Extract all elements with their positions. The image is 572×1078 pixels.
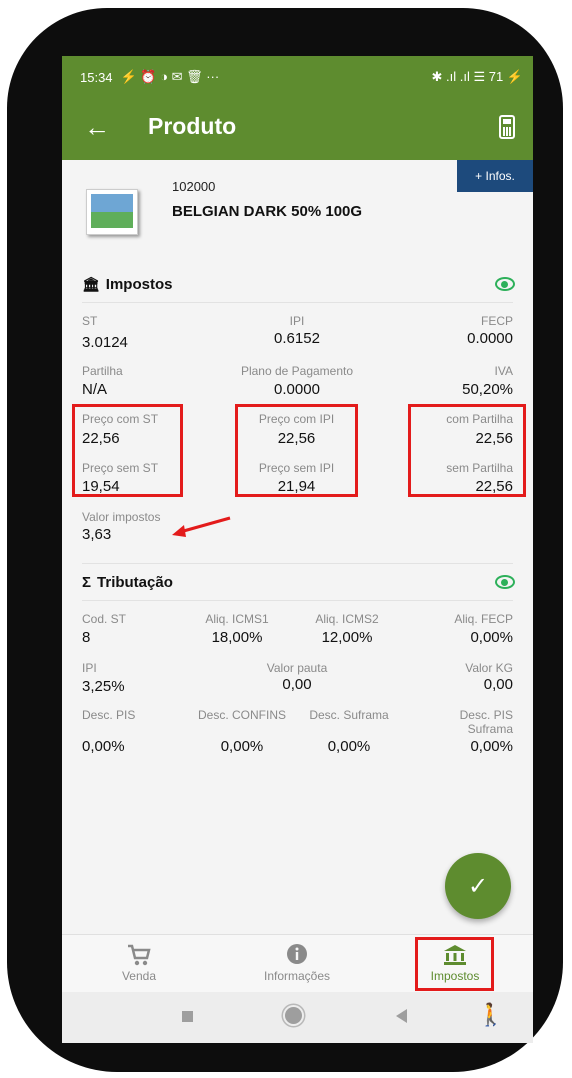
aliq-icms1-label: Aliq. ICMS1 <box>205 612 269 626</box>
fecp-label: FECP <box>480 314 513 328</box>
ipi-label: IPI <box>289 314 305 328</box>
nav-venda[interactable]: Venda <box>84 935 194 993</box>
cod-st-value: 8 <box>82 629 91 646</box>
desc-suframa-value: 0,00% <box>327 738 371 755</box>
tributacao-header: Σ Tributação <box>82 574 173 591</box>
partilha-value: N/A <box>82 381 108 398</box>
desc-pis-suframa-value: 0,00% <box>470 738 513 755</box>
fecp-value: 0.0000 <box>467 330 513 347</box>
desc-confins-label: Desc. CONFINS <box>197 708 286 722</box>
more-infos-button[interactable]: + Infos. <box>457 160 533 192</box>
bottom-navigation: Venda Informações Impostos <box>62 934 533 993</box>
preco-com-ipi-label: Preço com IPI <box>258 412 335 426</box>
notification-icons: ⚡ ⏰ ◑ ✉ 🗑 ··· <box>120 69 220 84</box>
eye-icon[interactable] <box>495 277 515 291</box>
desc-confins-value: 0,00% <box>220 738 264 755</box>
sem-partilha-label: sem Partilha <box>446 461 513 475</box>
valor-kg-value: 0,00 <box>483 676 513 693</box>
nav-informacoes-label: Informações <box>263 969 331 983</box>
back-arrow-icon[interactable]: ← <box>84 112 110 143</box>
eye-icon[interactable] <box>495 575 515 589</box>
cart-icon <box>128 944 151 966</box>
system-status-icons: ✱ .ıl .ıl ☰ 71 ⚡ <box>431 69 523 84</box>
status-time: 15:34 <box>80 69 113 85</box>
valor-impostos-label: Valor impostos <box>82 510 161 524</box>
valor-impostos-value: 3,63 <box>82 526 112 543</box>
aliq-icms2-label: Aliq. ICMS2 <box>315 612 379 626</box>
trib-ipi-label: IPI <box>82 661 97 675</box>
tributacao-title: Tributação <box>97 574 173 591</box>
partilha-label: Partilha <box>82 364 123 378</box>
calculator-icon[interactable] <box>499 115 515 139</box>
highlight-box-nav <box>415 937 494 991</box>
trib-ipi-value: 3,25% <box>82 678 125 695</box>
aliq-icms1-value: 18,00% <box>211 629 263 646</box>
impostos-title: Impostos <box>105 276 173 293</box>
phone-frame: 15:34 ⚡ ⏰ ◑ ✉ 🗑 ··· ✱ .ıl .ıl ☰ 71 ⚡ ← P… <box>7 8 563 1072</box>
st-label: ST <box>82 314 98 328</box>
preco-com-st-value: 22,56 <box>82 430 120 447</box>
divider <box>82 302 513 303</box>
aliq-fecp-value: 0,00% <box>470 629 513 646</box>
sigma-icon: Σ <box>82 574 92 591</box>
valor-pauta-value: 0,00 <box>282 676 312 693</box>
desc-suframa-label: Desc. Suframa <box>309 708 389 722</box>
preco-sem-ipi-label: Preço sem IPI <box>258 461 335 475</box>
preco-com-ipi-value: 22,56 <box>277 430 316 447</box>
cod-st-label: Cod. ST <box>82 612 127 626</box>
accessibility-icon[interactable]: 🚶 <box>477 1002 504 1028</box>
preco-sem-st-label: Preço sem ST <box>82 461 159 475</box>
home-button[interactable] <box>285 1007 302 1024</box>
desc-pis-label: Desc. PIS <box>82 708 136 722</box>
nav-venda-label: Venda <box>121 969 157 983</box>
nav-informacoes[interactable]: Informações <box>242 935 352 993</box>
product-name: BELGIAN DARK 50% 100G <box>172 203 363 220</box>
info-icon <box>287 944 307 964</box>
plano-pagamento-value: 0.0000 <box>274 381 320 398</box>
valor-pauta-label: Valor pauta <box>266 661 328 675</box>
divider <box>82 600 513 601</box>
com-partilha-value: 22,56 <box>475 430 513 447</box>
preco-sem-st-value: 19,54 <box>82 478 120 495</box>
status-bar: 15:34 ⚡ ⏰ ◑ ✉ 🗑 ··· ✱ .ıl .ıl ☰ 71 ⚡ <box>62 56 533 98</box>
com-partilha-label: com Partilha <box>446 412 513 426</box>
desc-pis-suframa-label: Desc. PIS <box>459 708 513 722</box>
system-navigation-bar: 🚶 <box>62 992 533 1043</box>
annotation-arrow <box>172 516 231 537</box>
product-image <box>86 189 138 235</box>
product-code: 102000 <box>172 179 216 194</box>
iva-label: IVA <box>494 364 513 378</box>
preco-com-st-label: Preço com ST <box>82 412 159 426</box>
ipi-value: 0.6152 <box>274 330 320 347</box>
check-icon: ✓ <box>467 872 489 900</box>
aliq-icms2-value: 12,00% <box>321 629 373 646</box>
iva-value: 50,20% <box>462 381 513 398</box>
page-title: Produto <box>148 113 237 139</box>
valor-kg-label: Valor KG <box>465 661 513 675</box>
app-bar: ← Produto <box>62 98 533 160</box>
divider <box>82 563 513 564</box>
app-screen: 15:34 ⚡ ⏰ ◑ ✉ 🗑 ··· ✱ .ıl .ıl ☰ 71 ⚡ ← P… <box>62 56 533 1043</box>
desc-pis-suframa-label-line2: Suframa <box>467 722 513 736</box>
back-button[interactable] <box>396 1009 407 1023</box>
sem-partilha-value: 22,56 <box>475 478 513 495</box>
impostos-header: 🏛 Impostos <box>82 276 172 293</box>
preco-sem-ipi-value: 21,94 <box>277 478 316 495</box>
desc-pis-value: 0,00% <box>82 738 125 755</box>
st-value: 3.0124 <box>82 334 128 351</box>
confirm-fab-button[interactable]: ✓ <box>445 853 511 919</box>
recents-button[interactable] <box>182 1011 193 1022</box>
aliq-fecp-label: Aliq. FECP <box>454 612 513 626</box>
plano-pagamento-label: Plano de Pagamento <box>240 364 354 378</box>
bank-icon: 🏛 <box>82 276 100 292</box>
